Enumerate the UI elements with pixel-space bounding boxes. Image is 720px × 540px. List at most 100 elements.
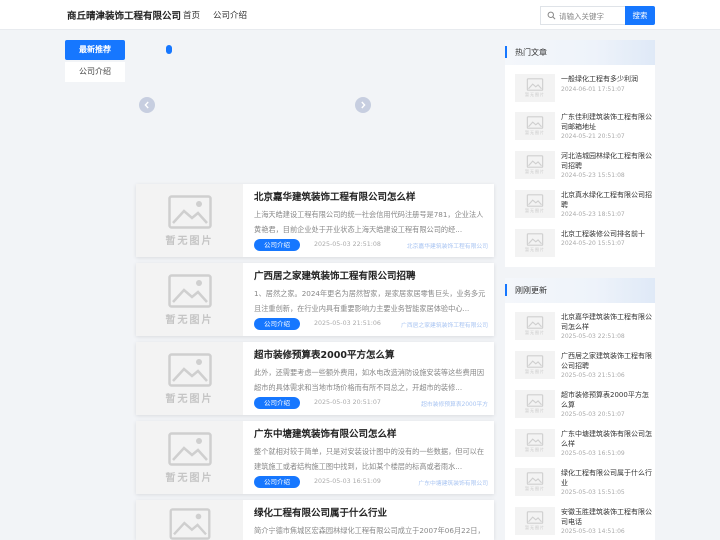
- hot-article-item[interactable]: 暂无图片 河北浩城园林绿化工程有限公司招聘 2024-05-23 15:51:0…: [515, 151, 653, 181]
- side-article-date: 2025-05-03 14:51:06: [561, 528, 625, 535]
- no-image-label: 暂无图片: [165, 314, 214, 326]
- side-article-title: 安徽玉胜建筑装饰工程有限公司电话: [561, 508, 652, 526]
- article-category-badge[interactable]: 公司介绍: [254, 318, 300, 330]
- no-image-label: 暂无图片: [525, 486, 545, 491]
- article-thumbnail[interactable]: 暂无图片: [136, 184, 243, 257]
- article-date: 2025-05-03 20:51:07: [314, 399, 381, 406]
- recent-article-item[interactable]: 暂无图片 超市装修预算表2000平方怎么算 2025-05-03 20:51:0…: [515, 390, 653, 420]
- nav-home[interactable]: 首页: [183, 9, 200, 21]
- recent-article-item[interactable]: 暂无图片 绿化工程有限公司属于什么行业 2025-05-03 15:51:05: [515, 468, 653, 498]
- article-card: 暂无图片 北京嘉华建筑装饰工程有限公司怎么样 上海天皓建设工程有限公司的统一社会…: [136, 184, 494, 257]
- article-summary: 上海天皓建设工程有限公司的统一社会信用代码注册号是781，企业法人黄艳君，目前企…: [254, 210, 484, 234]
- search-icon: [547, 11, 556, 20]
- panel-header: 刚刚更新: [505, 278, 655, 303]
- panel-header: 热门文章: [505, 40, 655, 65]
- article-title[interactable]: 广东中塘建筑装饰有限公司怎么样: [254, 426, 397, 440]
- article-tag[interactable]: 北京嘉华建筑装饰工程有限公司: [407, 241, 488, 250]
- article-summary: 此外，还需要考虑一些额外费用，如水电改造消防设施安装等这些费用因超市的具体需求和…: [254, 368, 485, 392]
- side-thumbnail: 暂无图片: [515, 312, 555, 340]
- panel-title: 刚刚更新: [515, 286, 547, 295]
- image-placeholder-icon: [167, 273, 212, 308]
- image-placeholder-icon: [526, 116, 544, 129]
- side-article-date: 2025-05-03 16:51:09: [561, 450, 625, 457]
- site-logo[interactable]: 商丘晴津装饰工程有限公司: [67, 8, 181, 22]
- recent-article-item[interactable]: 暂无图片 广西居之家建筑装饰工程有限公司招聘 2025-05-03 21:51:…: [515, 351, 653, 381]
- search-button[interactable]: 搜索: [625, 6, 655, 25]
- image-placeholder-icon: [526, 78, 544, 91]
- article-date: 2025-05-03 22:51:08: [314, 241, 381, 248]
- article-title[interactable]: 绿化工程有限公司属于什么行业: [254, 505, 387, 519]
- image-placeholder-icon: [526, 433, 544, 446]
- article-category-badge[interactable]: 公司介绍: [254, 397, 300, 409]
- image-placeholder-icon: [526, 316, 544, 329]
- image-placeholder-icon: [526, 472, 544, 485]
- image-placeholder-icon: [526, 233, 544, 246]
- article-tag[interactable]: 广东中塘建筑装饰有限公司: [418, 478, 488, 487]
- panel-title: 热门文章: [515, 48, 547, 57]
- no-image-label: 暂无图片: [525, 247, 545, 252]
- nav-company-intro[interactable]: 公司介绍: [213, 9, 247, 21]
- article-date: 2025-05-03 21:51:06: [314, 320, 381, 327]
- recent-updates-panel: 刚刚更新 暂无图片 北京嘉华建筑装饰工程有限公司怎么样 2025-05-03 2…: [505, 278, 655, 540]
- site-header: 商丘晴津装饰工程有限公司 首页 公司介绍 搜索: [0, 0, 720, 30]
- side-thumbnail: 暂无图片: [515, 74, 555, 102]
- panel-accent-bar: [505, 46, 507, 58]
- no-image-label: 暂无图片: [525, 130, 545, 135]
- hot-article-item[interactable]: 暂无图片 北京真水绿化工程有限公司招聘 2024-05-23 18:51:07: [515, 190, 653, 220]
- no-image-label: 暂无图片: [525, 330, 545, 335]
- recent-article-item[interactable]: 暂无图片 安徽玉胜建筑装饰工程有限公司电话 2025-05-03 14:51:0…: [515, 507, 653, 537]
- article-thumbnail[interactable]: 暂无图片: [136, 263, 243, 336]
- article-title[interactable]: 广西居之家建筑装饰工程有限公司招聘: [254, 268, 416, 282]
- slider-prev-button[interactable]: [139, 97, 155, 113]
- no-image-label: 暂无图片: [525, 169, 545, 174]
- hot-article-item[interactable]: 暂无图片 广东佳利建筑装饰工程有限公司邮箱地址 2024-05-21 20:51…: [515, 112, 653, 142]
- chevron-right-icon: [361, 101, 366, 109]
- slider-next-button[interactable]: [355, 97, 371, 113]
- panel-accent-bar: [505, 284, 507, 296]
- side-article-date: 2024-06-01 17:51:07: [561, 86, 625, 93]
- side-article-title: 北京真水绿化工程有限公司招聘: [561, 191, 652, 209]
- article-category-badge[interactable]: 公司介绍: [254, 476, 300, 488]
- side-article-date: 2024-05-20 15:51:07: [561, 240, 625, 247]
- article-thumbnail[interactable]: 暂无图片: [136, 342, 243, 415]
- side-article-date: 2025-05-03 21:51:06: [561, 372, 625, 379]
- side-thumbnail: 暂无图片: [515, 112, 555, 140]
- side-thumbnail: 暂无图片: [515, 507, 555, 535]
- hot-articles-panel: 热门文章 暂无图片 一般绿化工程有多少利润 2024-06-01 17:51:0…: [505, 40, 655, 267]
- side-article-title: 广西居之家建筑装饰工程有限公司招聘: [561, 352, 652, 370]
- article-thumbnail[interactable]: 暂无图片: [136, 421, 243, 494]
- slider-pagination-dot[interactable]: [166, 45, 172, 54]
- image-placeholder-icon: [167, 431, 212, 466]
- image-placeholder-icon: [167, 352, 212, 387]
- side-thumbnail: 暂无图片: [515, 468, 555, 496]
- hot-article-item[interactable]: 暂无图片 一般绿化工程有多少利润 2024-06-01 17:51:07: [515, 74, 653, 104]
- search-input[interactable]: [559, 9, 623, 23]
- side-article-title: 河北浩城园林绿化工程有限公司招聘: [561, 152, 652, 170]
- tab-latest-recommended[interactable]: 最新推荐: [65, 40, 125, 60]
- image-placeholder-icon: [526, 511, 544, 524]
- side-thumbnail: 暂无图片: [515, 390, 555, 418]
- no-image-label: 暂无图片: [165, 235, 214, 247]
- no-image-label: 暂无图片: [525, 447, 545, 452]
- article-card: 暂无图片 广东中塘建筑装饰有限公司怎么样 整个就相对较于简单，只是对安装设计图中…: [136, 421, 494, 494]
- article-title[interactable]: 超市装修预算表2000平方怎么算: [254, 347, 394, 361]
- article-date: 2025-05-03 16:51:09: [314, 478, 381, 485]
- hot-article-item[interactable]: 暂无图片 北京工程装修公司排名前十 2024-05-20 15:51:07: [515, 229, 653, 259]
- article-card: 暂无图片 超市装修预算表2000平方怎么算 此外，还需要考虑一些额外费用，如水电…: [136, 342, 494, 415]
- side-thumbnail: 暂无图片: [515, 190, 555, 218]
- article-tag[interactable]: 广西居之家建筑装饰工程有限公司: [401, 320, 488, 329]
- recent-article-item[interactable]: 暂无图片 北京嘉华建筑装饰工程有限公司怎么样 2025-05-03 22:51:…: [515, 312, 653, 342]
- side-article-title: 绿化工程有限公司属于什么行业: [561, 469, 652, 487]
- article-title[interactable]: 北京嘉华建筑装饰工程有限公司怎么样: [254, 189, 416, 203]
- article-category-badge[interactable]: 公司介绍: [254, 239, 300, 251]
- article-tag[interactable]: 超市装修预算表2000平方: [421, 399, 488, 408]
- article-thumbnail[interactable]: [136, 500, 243, 540]
- article-summary: 1、居然之家。2024年更名为居然智家，是家居家居零售巨头，业务多元且注重创新，…: [254, 289, 486, 313]
- side-article-title: 广东佳利建筑装饰工程有限公司邮箱地址: [561, 113, 652, 131]
- side-article-date: 2025-05-03 22:51:08: [561, 333, 625, 340]
- image-placeholder-icon: [169, 508, 210, 540]
- recent-article-item[interactable]: 暂无图片 广东中塘建筑装饰有限公司怎么样 2025-05-03 16:51:09: [515, 429, 653, 459]
- side-article-date: 2024-05-23 18:51:07: [561, 211, 625, 218]
- tab-company-intro[interactable]: 公司介绍: [65, 62, 125, 82]
- image-placeholder-icon: [526, 194, 544, 207]
